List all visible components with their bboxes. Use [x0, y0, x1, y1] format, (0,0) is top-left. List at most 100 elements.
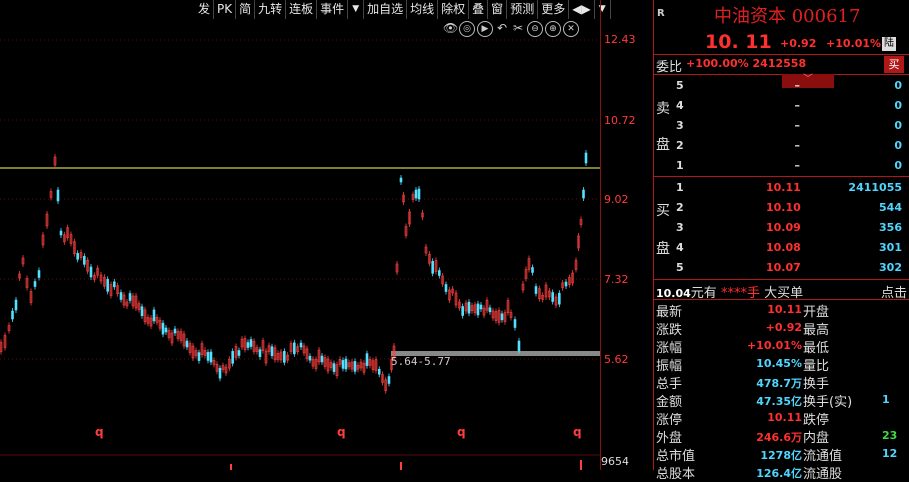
stat-label-right: 最高 [803, 323, 830, 338]
order-row[interactable]: 3 10.09 356 [672, 221, 904, 240]
stat-value: 10.11 [767, 303, 802, 316]
toolbar-item-4[interactable]: 连板 [286, 0, 318, 19]
eye-icon[interactable]: 👁 [443, 21, 458, 35]
sell-side-label-1: 卖 [656, 101, 670, 117]
order-row[interactable]: 1 10.11 2411055 [672, 181, 904, 200]
toolbar-item-2[interactable]: 简 [236, 0, 256, 19]
candle-body [14, 299, 18, 311]
candle-body [293, 342, 296, 355]
candle-body [173, 328, 177, 334]
toolbar-item-13[interactable]: 更多 [538, 0, 570, 19]
crossline-icon[interactable]: ✂ [511, 21, 525, 35]
chart-toolbar: 发 PK 简九转 连板 事件 ▼ 加自选 均线 除权叠窗预测 更多 ◀▶ ▼ [195, 0, 611, 19]
event-marker[interactable]: q [95, 425, 104, 439]
zoom-minus-icon[interactable]: ⊖ [527, 21, 543, 37]
order-row[interactable]: 5 10.07 302 [672, 261, 904, 280]
toolbar-item-3[interactable]: 九转 [255, 0, 287, 19]
candle-body [37, 270, 41, 278]
stat-value: 1278亿 [760, 449, 802, 462]
stat-label: 涨停 [656, 413, 683, 428]
toolbar-item-5[interactable]: 事件 [317, 0, 349, 19]
event-marker[interactable]: q [457, 425, 466, 439]
candle-body [231, 351, 234, 364]
order-volume: 302 [879, 261, 902, 274]
candle-body [467, 301, 471, 314]
toolbar-item-6[interactable]: ▼ [348, 0, 365, 19]
stat-label-right: 内盘 [803, 431, 830, 446]
toolbar-item-11[interactable]: 窗 [488, 0, 508, 19]
candle-body [488, 307, 492, 313]
toolbar-item-9[interactable]: 除权 [438, 0, 470, 19]
weibi-label: 委比 [656, 60, 683, 75]
candle-body [197, 352, 201, 361]
candlestick-chart[interactable] [0, 0, 600, 470]
play-icon[interactable]: ▶ [477, 21, 493, 37]
candle-body [258, 349, 262, 358]
divider [653, 299, 909, 300]
buy-side-label-2: 盘 [656, 241, 670, 257]
candle-body [584, 152, 588, 164]
stat-label: 总市值 [656, 449, 696, 464]
stat-label: 金额 [656, 395, 683, 410]
candle-body [218, 367, 222, 379]
candle-body [270, 346, 274, 357]
stat-label: 总手 [656, 377, 683, 392]
toolbar-item-10[interactable]: 叠 [469, 0, 489, 19]
candle-body [344, 358, 348, 370]
order-level: 2 [676, 139, 684, 152]
order-row[interactable]: 4 – 0 [672, 99, 904, 118]
candle-body [164, 327, 168, 333]
price-tick: 7.32 [604, 273, 629, 286]
order-volume: 0 [894, 99, 902, 112]
candle-body [500, 313, 504, 321]
order-level: 5 [676, 261, 684, 274]
event-marker[interactable]: q [337, 425, 346, 439]
zoom-plus-icon[interactable]: ⊕ [545, 21, 561, 37]
undo-icon[interactable]: ↶ [495, 21, 509, 35]
order-row[interactable]: 2 10.10 544 [672, 201, 904, 220]
candle-body [320, 355, 324, 363]
order-row[interactable]: 3 – 0 [672, 119, 904, 138]
order-volume: 301 [879, 241, 902, 254]
order-level: 4 [676, 241, 684, 254]
zoom-out-icon[interactable]: ◎ [459, 21, 475, 37]
order-level: 5 [676, 79, 684, 92]
candle-body [417, 188, 421, 200]
close-icon[interactable]: ✕ [563, 21, 579, 37]
stat-label-right: 跌停 [803, 413, 830, 428]
stat-label: 最新 [656, 305, 683, 320]
toolbar-item-1[interactable]: PK [214, 0, 237, 19]
buy-side-label-1: 买 [656, 203, 670, 219]
order-row[interactable]: 4 10.08 301 [672, 241, 904, 260]
toolbar-item-12[interactable]: 预测 [507, 0, 539, 19]
order-level: 3 [676, 221, 684, 234]
candle-body [564, 281, 568, 287]
divider [653, 176, 909, 177]
buy-button[interactable]: 买 [884, 56, 904, 73]
candle-body [414, 189, 418, 199]
toolbar-item-8[interactable]: 均线 [407, 0, 439, 19]
toolbar-item-0[interactable]: 发 [195, 0, 215, 19]
stat-row: 总手 478.7万 换手 [656, 373, 909, 392]
stock-title[interactable]: 中油资本 000617 [714, 2, 860, 28]
stat-value-right: 1 [882, 393, 890, 406]
candle-body [249, 339, 253, 347]
stat-value: 10.11 [767, 411, 802, 424]
divider [653, 54, 909, 55]
stat-row: 总市值 1278亿 流通值 12 [656, 445, 909, 464]
order-price: – [794, 99, 801, 112]
candle-body [365, 353, 369, 366]
candle-body [438, 270, 441, 276]
stat-row: 涨跌 +0.92 最高 [656, 319, 909, 338]
candle-body [89, 266, 93, 278]
order-row[interactable]: 2 – 0 [672, 139, 904, 158]
candle-body [479, 304, 483, 310]
toolbar-item-7[interactable]: 加自选 [364, 0, 408, 19]
candle-body [140, 306, 144, 317]
order-price: 10.09 [766, 221, 801, 234]
order-row[interactable]: 5 – 0 [672, 79, 904, 98]
toolbar-item-14[interactable]: ◀▶ [569, 0, 595, 19]
event-marker[interactable]: q [573, 425, 582, 439]
candle-body [206, 352, 210, 361]
stat-label-right: 最低 [803, 341, 830, 356]
